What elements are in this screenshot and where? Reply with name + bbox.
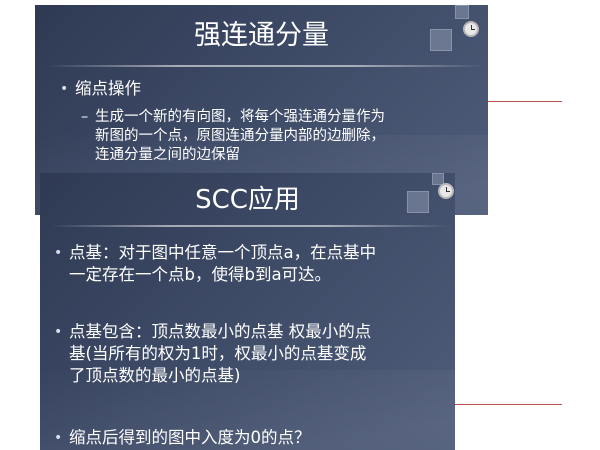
title-divider [45, 65, 485, 67]
bullet-line: 缩点后得到的图中入度为0的点？ [69, 428, 311, 447]
bullet-dot-icon: • [54, 430, 63, 446]
bullet-line: 点基包含：顶点数最小的点基 权最小的点 [69, 322, 372, 341]
sub-bullet-item: – 生成一个新的有向图，将每个强连通分量作为 新图的一个点，原图连通分量内部的边… [81, 108, 485, 165]
bullet-dot-icon: • [60, 81, 69, 97]
bullet-item: • 缩点后得到的图中入度为0的点？ [54, 427, 449, 449]
bullet-item: • 点基：对于图中任意一个顶点a，在点基中 一定存在一个点b，使得b到a可达。 [54, 242, 449, 286]
sub-bullet-dash-icon: – [81, 109, 89, 125]
sub-bullet-line: 生成一个新的有向图，将每个强连通分量作为 [95, 109, 385, 125]
bullet-text: 缩点操作 [75, 79, 141, 98]
sub-bullet-line: 连通分量之间的边保留 [95, 147, 240, 163]
slide-title: SCC应用 [195, 185, 300, 215]
bullet-line: 点基：对于图中任意一个顶点a，在点基中 [69, 243, 377, 262]
red-divider-line [488, 101, 562, 102]
decorative-square [455, 5, 469, 19]
title-divider [50, 225, 450, 227]
bullet-line: 基(当所有的权为1时，权最小的点基变成 [69, 344, 367, 363]
bullet-item: • 点基包含：顶点数最小的点基 权最小的点 基(当所有的权为1时，权最小的点基变… [54, 321, 449, 387]
slide-title: 强连通分量 [194, 20, 329, 51]
sub-bullet-line: 新图的一个点，原图连通分量内部的边删除， [95, 128, 385, 144]
bullet-line: 了顶点数的最小的点基) [69, 366, 241, 385]
bullet-item: • 缩点操作 [60, 78, 141, 100]
bullet-dot-icon: • [54, 245, 63, 261]
bullet-line: 一定存在一个点b，使得b到a可达。 [69, 265, 332, 284]
bullet-dot-icon: • [54, 324, 63, 340]
slide-scc-applications: SCC应用 • 点基：对于图中任意一个顶点a，在点基中 一定存在一个点b，使得b… [40, 173, 455, 450]
red-divider-line [455, 404, 562, 405]
